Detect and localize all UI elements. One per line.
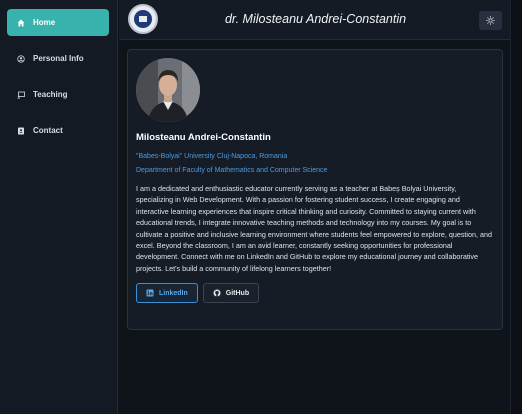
theme-toggle-button[interactable]	[479, 11, 502, 30]
sidebar-item-label: Home	[33, 18, 56, 27]
linkedin-icon	[146, 289, 154, 297]
sidebar-item-home[interactable]: Home	[7, 9, 109, 36]
top-bar: dr. Milosteanu Andrei-Constantin	[119, 0, 510, 40]
user-circle-icon	[16, 54, 25, 63]
sidebar-item-teaching[interactable]: Teaching	[7, 81, 109, 108]
scrollbar[interactable]	[510, 0, 522, 414]
sidebar-item-label: Contact	[33, 126, 63, 135]
university-seal-icon	[128, 4, 158, 34]
linkedin-label: LinkedIn	[159, 289, 188, 297]
github-icon	[213, 289, 221, 297]
address-card-icon	[16, 126, 25, 135]
avatar	[136, 58, 200, 122]
github-label: GitHub	[225, 289, 250, 297]
department-link[interactable]: Department of Faculty of Mathematics and…	[136, 167, 494, 174]
bio-text: I am a dedicated and enthusiastic educat…	[136, 184, 492, 273]
sidebar: Home Personal Info Teaching Contact	[0, 0, 118, 414]
sidebar-item-personal-info[interactable]: Personal Info	[7, 45, 109, 72]
profile-name: Milosteanu Andrei-Constantin	[136, 132, 271, 143]
home-icon	[16, 18, 25, 27]
sun-icon	[486, 16, 495, 25]
github-button[interactable]: GitHub	[202, 283, 260, 304]
chalkboard-icon	[16, 90, 25, 99]
page-title: dr. Milosteanu Andrei-Constantin	[224, 12, 407, 26]
affiliation-link[interactable]: "Babes-Bolyai" University Cluj-Napoca, R…	[136, 153, 494, 160]
linkedin-button[interactable]: LinkedIn	[136, 283, 198, 304]
sidebar-item-label: Personal Info	[33, 54, 84, 63]
social-links: LinkedIn GitHub	[136, 283, 494, 304]
profile-card: Milosteanu Andrei-Constantin "Babes-Boly…	[127, 49, 503, 330]
sidebar-item-label: Teaching	[33, 90, 68, 99]
sidebar-item-contact[interactable]: Contact	[7, 117, 109, 144]
